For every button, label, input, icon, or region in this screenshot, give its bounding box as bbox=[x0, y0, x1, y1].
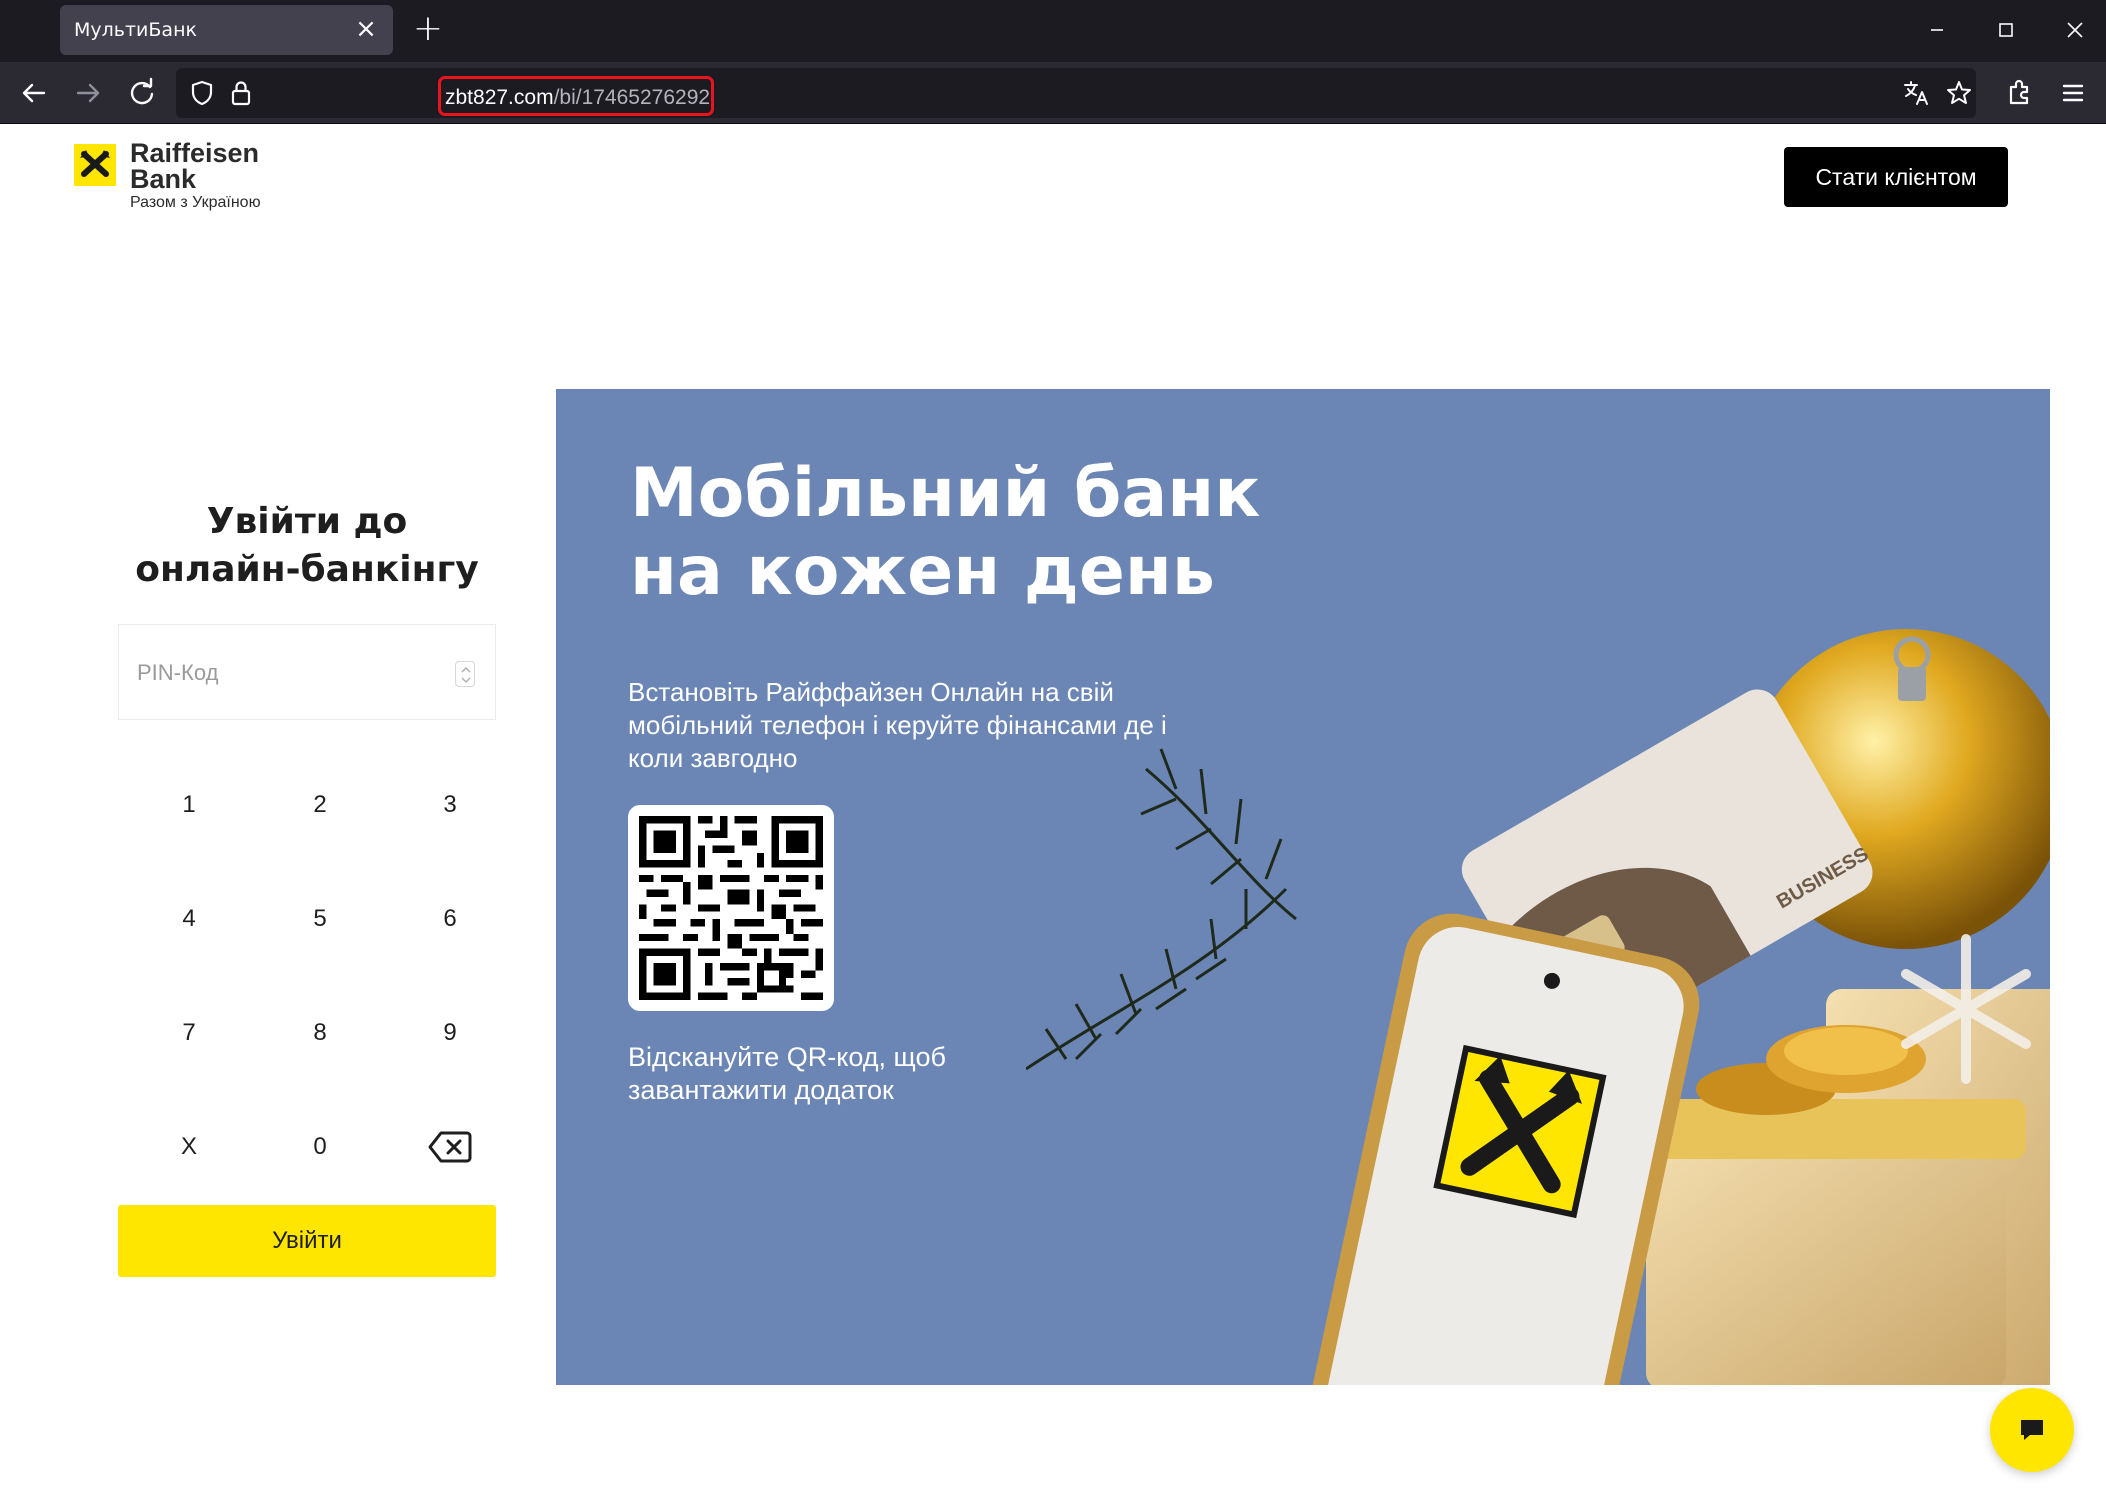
backspace-icon bbox=[428, 1131, 472, 1163]
lock-icon[interactable] bbox=[228, 79, 254, 107]
browser-nav-bar: zbt827.com/bi/17465276292 bbox=[0, 62, 2106, 124]
keypad-key-4[interactable]: 4 bbox=[144, 884, 234, 954]
promo-title: Мобільний банк на кожен день bbox=[630, 454, 1261, 611]
logo-mark bbox=[74, 144, 116, 186]
keypad-key-9[interactable]: 9 bbox=[405, 998, 495, 1068]
logo-tagline: Разом з Україною bbox=[130, 194, 261, 211]
pine-branches bbox=[1026, 748, 1297, 1071]
keypad-key-5[interactable]: 5 bbox=[275, 884, 365, 954]
gift-box-front bbox=[1646, 1129, 2006, 1385]
keypad-key-3[interactable]: 3 bbox=[405, 770, 495, 840]
url-bar[interactable]: zbt827.com/bi/17465276292 bbox=[176, 68, 1976, 118]
translate-icon[interactable] bbox=[1902, 79, 1930, 107]
forward-arrow-icon[interactable] bbox=[69, 74, 107, 112]
shield-icon[interactable] bbox=[188, 79, 216, 107]
bookmark-star-icon[interactable] bbox=[1945, 79, 1973, 107]
minimize-icon[interactable] bbox=[1914, 10, 1960, 50]
chat-icon bbox=[2021, 1420, 2043, 1440]
menu-hamburger-icon[interactable] bbox=[2054, 74, 2092, 112]
keypad-key-8[interactable]: 8 bbox=[275, 998, 365, 1068]
tab-title: МультиБанк bbox=[74, 19, 197, 41]
promo-banner: Мобільний банк на кожен день Встановіть … bbox=[556, 389, 2050, 1385]
pin-field[interactable] bbox=[118, 624, 496, 720]
tab-close-icon[interactable]: × bbox=[351, 14, 381, 44]
pin-spinner[interactable] bbox=[455, 661, 475, 687]
browser-tab[interactable]: МультиБанк × bbox=[60, 5, 393, 55]
keypad-key-7[interactable]: 7 bbox=[144, 998, 234, 1068]
keypad-key-clear[interactable]: X bbox=[144, 1112, 234, 1182]
keypad-key-6[interactable]: 6 bbox=[405, 884, 495, 954]
new-tab-icon[interactable]: + bbox=[410, 11, 446, 48]
pin-input[interactable] bbox=[137, 655, 437, 691]
qr-code-image bbox=[639, 816, 823, 1000]
url-host: zbt827.com bbox=[445, 86, 554, 109]
close-window-icon[interactable] bbox=[2052, 10, 2098, 50]
spinner-arrows-icon bbox=[461, 666, 471, 684]
url-path: /bi/17465276292 bbox=[553, 86, 711, 109]
back-arrow-icon[interactable] bbox=[15, 74, 53, 112]
keypad-key-0[interactable]: 0 bbox=[275, 1112, 365, 1182]
qr-code bbox=[628, 805, 834, 1011]
browser-tab-bar: МультиБанк × + bbox=[0, 0, 2106, 62]
promo-illustration: BUSINESS bbox=[1026, 629, 2050, 1385]
reload-icon[interactable] bbox=[123, 74, 161, 112]
url-text[interactable]: zbt827.com/bi/17465276292 bbox=[445, 86, 710, 110]
raiffeisen-logo[interactable]: Raiffeisen Bank Разом з Україною bbox=[74, 138, 294, 216]
keypad-backspace[interactable] bbox=[405, 1112, 495, 1182]
login-title: Увійти до онлайн-банкінгу bbox=[135, 501, 479, 590]
become-client-button[interactable]: Стати клієнтом bbox=[1784, 147, 2008, 207]
chat-button[interactable] bbox=[1990, 1388, 2074, 1472]
keypad-key-2[interactable]: 2 bbox=[275, 770, 365, 840]
keypad-key-1[interactable]: 1 bbox=[144, 770, 234, 840]
logo-name-line2: Bank bbox=[130, 164, 197, 194]
raiffeisen-horses-icon bbox=[80, 150, 110, 177]
extensions-icon[interactable] bbox=[2000, 74, 2038, 112]
login-submit-button[interactable]: Увійти bbox=[118, 1205, 496, 1277]
maximize-icon[interactable] bbox=[1983, 10, 2029, 50]
qr-caption: Відскануйте QR-код, щоб завантажити дода… bbox=[628, 1042, 946, 1105]
